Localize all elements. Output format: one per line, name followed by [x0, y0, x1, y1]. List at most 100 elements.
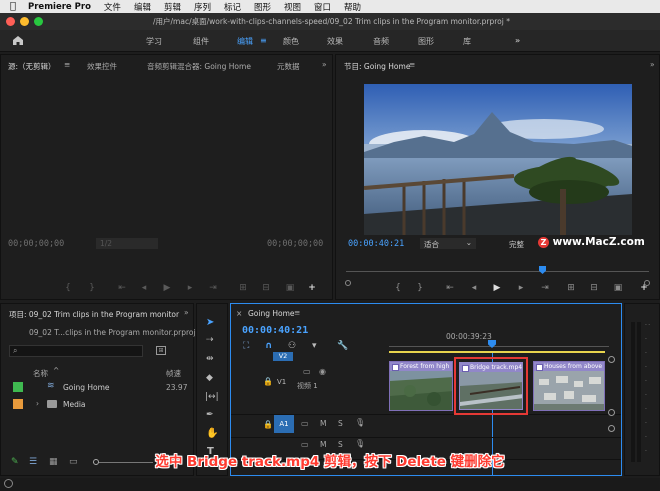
program-tab-menu-icon[interactable]: ≡: [409, 60, 415, 69]
sort-ascending-icon[interactable]: ^: [53, 366, 59, 375]
microphone-icon[interactable]: 🎙: [355, 418, 365, 427]
mark-out-button[interactable]: }: [85, 283, 99, 293]
program-timecode[interactable]: 00:00:40:21: [348, 239, 404, 249]
workspace-menu-icon[interactable]: ≡: [260, 36, 267, 45]
menu-graphics[interactable]: 图形: [254, 1, 271, 13]
sync-lock-icon[interactable]: ▭: [303, 367, 311, 376]
menu-file[interactable]: 文件: [104, 1, 121, 13]
lock-icon[interactable]: 🔒: [263, 420, 273, 429]
time-ruler[interactable]: 00:00:39:23: [389, 330, 609, 352]
program-step-forward-button[interactable]: ▸: [514, 283, 528, 293]
slip-tool-icon[interactable]: |↔|: [205, 392, 219, 402]
solo-button[interactable]: S: [338, 440, 343, 449]
nest-sequences-icon[interactable]: ⛶: [243, 341, 249, 351]
tab-source[interactable]: 源:（无剪辑）: [8, 61, 56, 72]
pen-tool-icon[interactable]: ✒: [206, 410, 214, 420]
project-title[interactable]: 项目: 09_02 Trim clips in the Program moni…: [9, 309, 179, 320]
work-area-bar[interactable]: [389, 351, 605, 353]
scroll-handle-bottom[interactable]: [608, 425, 615, 432]
extract-button[interactable]: ⊟: [587, 283, 601, 293]
program-mark-in-button[interactable]: {: [391, 283, 405, 293]
tab-metadata[interactable]: 元数据: [277, 61, 300, 72]
track-v2-target[interactable]: V2: [273, 352, 293, 361]
lift-button[interactable]: ⊞: [564, 283, 578, 293]
program-step-back-button[interactable]: ◂: [467, 283, 481, 293]
menu-clip[interactable]: 剪辑: [164, 1, 181, 13]
track-v2-header[interactable]: V2: [231, 352, 389, 362]
menu-help[interactable]: 帮助: [344, 1, 361, 13]
program-more-icon[interactable]: »: [650, 60, 655, 69]
program-go-to-in-button[interactable]: ⇤: [443, 283, 457, 293]
step-forward-button[interactable]: ▸: [183, 283, 197, 293]
program-mark-out-button[interactable]: }: [413, 283, 427, 293]
list-item[interactable]: › Media: [1, 397, 193, 411]
clip-forest-from-high[interactable]: Forest from high: [389, 361, 453, 411]
ripple-edit-tool-icon[interactable]: ⇹: [206, 354, 214, 364]
lock-icon[interactable]: 🔒: [263, 377, 273, 386]
snap-icon[interactable]: ∩: [265, 341, 272, 351]
program-resolution-dropdown[interactable]: 完整: [509, 239, 524, 250]
program-go-to-out-button[interactable]: ⇥: [538, 283, 552, 293]
mark-in-button[interactable]: {: [61, 283, 75, 293]
play-button[interactable]: ▶: [160, 283, 174, 293]
scroll-handle-middle[interactable]: [608, 409, 615, 416]
column-framerate-header[interactable]: 帧速: [166, 368, 181, 379]
program-title[interactable]: 节目: Going Home: [344, 61, 410, 72]
status-icon[interactable]: [4, 479, 13, 488]
zoom-window-button[interactable]: [34, 17, 43, 26]
hand-tool-icon[interactable]: ✋: [206, 428, 218, 439]
microphone-icon[interactable]: 🎙: [355, 439, 365, 448]
program-fit-dropdown[interactable]: 适合 ⌄: [420, 238, 476, 249]
source-add-button[interactable]: +: [305, 283, 319, 293]
program-play-button[interactable]: ▶: [490, 283, 504, 293]
timeline-tab-menu-icon[interactable]: ≡: [294, 308, 300, 317]
minimize-window-button[interactable]: [20, 17, 29, 26]
source-more-icon[interactable]: »: [322, 60, 327, 69]
program-timeline-scrubber[interactable]: [346, 266, 649, 276]
column-name-header[interactable]: 名称: [33, 368, 48, 379]
menu-sequence[interactable]: 序列: [194, 1, 211, 13]
scroll-handle-top[interactable]: [608, 356, 615, 363]
sync-lock-icon[interactable]: ▭: [301, 440, 309, 449]
project-search-input[interactable]: ⌕: [9, 345, 143, 357]
selection-tool-icon[interactable]: ➤: [206, 317, 214, 328]
workspace-color[interactable]: 颜色: [283, 36, 299, 47]
chevron-right-icon[interactable]: ›: [36, 399, 39, 408]
menu-window[interactable]: 窗口: [314, 1, 331, 13]
track-v1-header[interactable]: 🔒 V1 ▭ ◉ 视频 1: [231, 362, 389, 414]
track-a1-source[interactable]: A1: [274, 415, 294, 433]
program-export-frame-button[interactable]: ▣: [611, 283, 625, 293]
mute-button[interactable]: M: [320, 419, 326, 428]
home-icon[interactable]: [12, 35, 24, 46]
menu-edit[interactable]: 编辑: [134, 1, 151, 13]
overwrite-button[interactable]: ⊟: [259, 283, 273, 293]
eye-icon[interactable]: ◉: [319, 367, 326, 376]
workspace-learn[interactable]: 学习: [146, 36, 162, 47]
add-marker-icon[interactable]: ▾: [312, 341, 317, 351]
menu-markers[interactable]: 标记: [224, 1, 241, 13]
workspace-effects[interactable]: 效果: [327, 36, 343, 47]
source-tab-menu-icon[interactable]: ≡: [64, 60, 70, 69]
tab-effect-controls[interactable]: 效果控件: [87, 61, 117, 72]
timeline-close-icon[interactable]: ×: [236, 309, 242, 318]
sync-lock-icon[interactable]: ▭: [301, 419, 309, 428]
workspace-audio[interactable]: 音频: [373, 36, 389, 47]
track-a1-header[interactable]: 🔒 A1 ▭ M S 🎙: [231, 415, 389, 437]
solo-button[interactable]: S: [338, 419, 343, 428]
razor-tool-icon[interactable]: ◆: [206, 373, 213, 383]
insert-button[interactable]: ⊞: [236, 283, 250, 293]
step-back-button[interactable]: ◂: [137, 283, 151, 293]
new-bin-icon[interactable]: ⊞: [156, 346, 166, 355]
track-select-tool-icon[interactable]: ⇢: [206, 335, 214, 345]
tab-audio-clip-mixer[interactable]: 音频剪辑混合器: Going Home: [147, 61, 251, 72]
timeline-tab[interactable]: Going Home: [248, 309, 295, 318]
source-fit-dropdown[interactable]: 1/2: [96, 238, 158, 249]
menu-view[interactable]: 视图: [284, 1, 301, 13]
clip-houses-from-above[interactable]: Houses from above: [533, 361, 605, 411]
wrench-icon[interactable]: 🔧: [337, 341, 348, 351]
source-timecode-in[interactable]: 00;00;00;00: [8, 239, 64, 249]
apple-icon[interactable]: : [10, 1, 16, 12]
app-menu[interactable]: Premiere Pro: [28, 2, 91, 12]
linked-selection-icon[interactable]: ⚇: [288, 341, 296, 351]
workspace-editing[interactable]: 编辑: [237, 36, 253, 47]
